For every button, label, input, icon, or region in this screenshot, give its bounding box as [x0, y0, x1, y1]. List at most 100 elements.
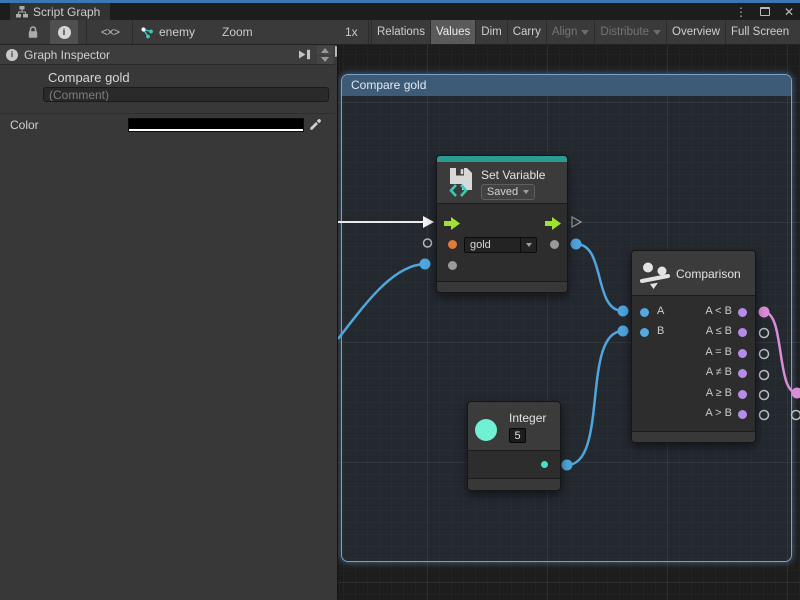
variable-scope-dropdown[interactable]: Saved — [481, 184, 535, 200]
comparison-row: A ≠ B — [632, 365, 755, 381]
wire-flow-arrowhead — [423, 216, 434, 228]
output-port-a-eq-b[interactable] — [738, 349, 747, 358]
tab-script-graph[interactable]: Script Graph — [10, 3, 110, 20]
output-port-a-gt-b[interactable] — [738, 410, 747, 419]
zoom-label: Zoom — [222, 20, 253, 44]
unconnected-port-circle[interactable] — [760, 411, 769, 420]
wire-dot[interactable] — [562, 460, 573, 471]
value-in-port[interactable] — [448, 261, 457, 270]
eyedropper-button[interactable] — [307, 117, 323, 133]
wire-dot[interactable] — [759, 307, 770, 318]
output-label: A > B — [705, 407, 732, 419]
wire-set-variable-to-comparison-a[interactable] — [576, 244, 623, 311]
unconnected-port-circle[interactable] — [792, 411, 800, 420]
chevron-down-icon — [526, 243, 532, 247]
variable-name-dropdown[interactable]: gold — [464, 237, 537, 253]
comparison-node[interactable]: Comparison A A < B B A ≤ B A = B A ≠ B A… — [631, 250, 756, 443]
dock-panel-button[interactable] — [298, 48, 311, 64]
node-title: Integer — [509, 411, 546, 425]
graph-inspector-title: Graph Inspector — [24, 48, 110, 62]
wire-dot[interactable] — [792, 388, 800, 399]
color-swatch[interactable] — [128, 118, 304, 132]
node-title: Set Variable — [481, 168, 545, 182]
section-divider — [0, 113, 335, 114]
output-port-a-gte-b[interactable] — [738, 390, 747, 399]
window-menu-icon[interactable]: ⋮ — [734, 4, 748, 19]
comparison-row: B A ≤ B — [632, 324, 755, 340]
integer-out-port[interactable] — [541, 461, 548, 468]
wire-dot[interactable] — [420, 259, 431, 270]
variable-name-port[interactable] — [448, 240, 457, 249]
info-toggle-button[interactable]: i — [50, 20, 78, 44]
flow-in-port[interactable] — [444, 217, 460, 230]
info-icon: i — [58, 26, 71, 39]
code-brackets-icon: <×> — [101, 25, 119, 39]
graph-inspector-header: i Graph Inspector — [0, 45, 335, 65]
graph-reference-breadcrumb[interactable]: enemy — [140, 20, 195, 44]
input-port-b[interactable] — [640, 328, 649, 337]
comparison-row: A ≥ B — [632, 386, 755, 402]
relations-button[interactable]: Relations — [371, 20, 430, 44]
toolbar-buttons: Relations Values Dim Carry Align Distrib… — [371, 20, 800, 44]
graph-canvas[interactable]: Compare gold — [337, 45, 800, 600]
output-port-a-neq-b[interactable] — [738, 369, 747, 378]
distribute-dropdown-button[interactable]: Distribute — [594, 20, 666, 44]
unconnected-port-circle[interactable] — [760, 350, 769, 359]
expand-down-button[interactable] — [317, 56, 333, 65]
triangle-up-icon — [321, 48, 329, 53]
unconnected-flow-triangle[interactable] — [572, 217, 581, 227]
dim-button[interactable]: Dim — [475, 20, 506, 44]
unconnected-port-circle[interactable] — [760, 371, 769, 380]
node-title: Comparison — [676, 267, 741, 281]
integer-node[interactable]: Integer 5 — [467, 401, 561, 491]
triangle-down-icon — [321, 57, 329, 62]
align-dropdown-button[interactable]: Align — [546, 20, 595, 44]
lock-button[interactable] — [22, 20, 44, 44]
set-variable-node[interactable]: Set Variable Saved gold — [436, 155, 568, 293]
toolbar: i <×> enemy Zoom 1x Relations Values Dim… — [0, 20, 800, 45]
carry-button[interactable]: Carry — [507, 20, 546, 44]
output-label: A = B — [705, 346, 732, 358]
toolbar-separator — [86, 20, 87, 44]
script-graph-icon — [16, 6, 28, 18]
value-out-port[interactable] — [550, 240, 559, 249]
input-label-b: B — [657, 325, 664, 337]
overview-button[interactable]: Overview — [666, 20, 725, 44]
color-field-label: Color — [10, 118, 39, 132]
output-label: A ≤ B — [706, 325, 732, 337]
input-port-a[interactable] — [640, 308, 649, 317]
unconnected-port-circle[interactable] — [760, 329, 769, 338]
output-port-a-lte-b[interactable] — [738, 328, 747, 337]
expand-up-button[interactable] — [317, 46, 333, 55]
eyedropper-icon — [308, 118, 322, 132]
wire-dot[interactable] — [618, 306, 629, 317]
dock-arrow-icon — [298, 48, 311, 61]
tab-bar: Script Graph ⋮ ✕ — [0, 3, 800, 20]
window-maximize-icon[interactable] — [758, 4, 772, 19]
wire-dot[interactable] — [618, 326, 629, 337]
wire-dot[interactable] — [571, 239, 582, 250]
alpha-bar — [129, 129, 303, 131]
node-footer — [632, 431, 755, 442]
graph-reference-label: enemy — [159, 25, 195, 39]
flow-out-port[interactable] — [545, 217, 561, 230]
unconnected-port-circle[interactable] — [760, 391, 769, 400]
zoom-value: 1x — [345, 20, 358, 44]
unconnected-port-circle[interactable] — [424, 239, 432, 247]
save-variable-icon — [448, 166, 474, 198]
output-label: A ≥ B — [706, 387, 732, 399]
values-button[interactable]: Values — [430, 20, 475, 44]
integer-value-field[interactable]: 5 — [509, 428, 526, 443]
output-port-a-lt-b[interactable] — [738, 308, 747, 317]
fullscreen-button[interactable]: Full Screen — [725, 20, 794, 44]
comparison-row: A A < B — [632, 304, 755, 320]
wire-integer-to-comparison-b[interactable] — [567, 331, 623, 465]
unity-script-graph-window: { "window": { "tab_title": "Script Graph… — [0, 0, 800, 600]
graph-reference-icon — [140, 26, 154, 39]
toolbar-separator — [368, 20, 369, 44]
graph-inspector-panel: i Graph Inspector Compare gold Color — [0, 45, 335, 600]
wire-value-into-set-variable[interactable] — [338, 264, 425, 339]
code-view-button[interactable]: <×> — [94, 20, 126, 44]
window-close-icon[interactable]: ✕ — [782, 4, 796, 19]
comment-input[interactable] — [43, 87, 329, 102]
